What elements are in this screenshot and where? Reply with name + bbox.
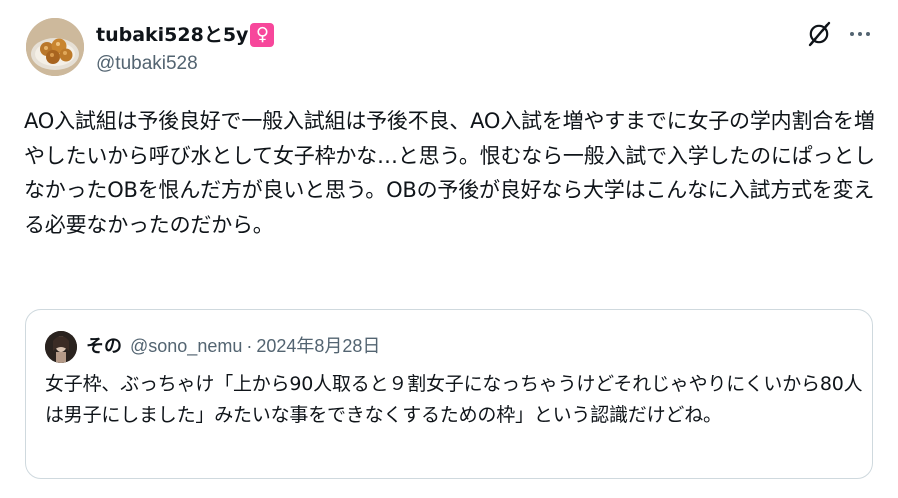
quoted-post-card[interactable]: その @sono_nemu · 2024年8月28日 女子枠、ぶっちゃけ「上から… bbox=[25, 309, 873, 479]
more-dot bbox=[850, 32, 854, 36]
author-handle[interactable]: @tubaki528 bbox=[96, 52, 198, 76]
quoted-post-header: その @sono_nemu · 2024年8月28日 bbox=[86, 332, 380, 361]
female-sign-icon: ♀ bbox=[250, 23, 275, 47]
quoted-post-date: 2024年8月28日 bbox=[256, 336, 381, 356]
quoted-author-avatar bbox=[45, 331, 77, 363]
avatar-photo-icon bbox=[26, 18, 84, 76]
more-dot bbox=[866, 32, 870, 36]
grok-glyph-icon bbox=[808, 21, 831, 47]
author-avatar[interactable] bbox=[26, 18, 84, 76]
quoted-author-name: その bbox=[86, 336, 122, 357]
grok-icon[interactable] bbox=[805, 20, 833, 48]
author-display-name: tubaki528と5y bbox=[96, 24, 249, 46]
post-text: AO入試組は予後良好で一般入試組は予後不良、AO入試を増やすまでに女子の学内割合… bbox=[24, 109, 875, 237]
quoted-post-text: 女子枠、ぶっちゃけ「上から90人取ると９割女子になっちゃうけどそれじゃやりにくい… bbox=[45, 373, 863, 426]
author-name[interactable]: tubaki528と5y ♀ bbox=[96, 22, 275, 48]
quoted-author-handle: @sono_nemu bbox=[130, 336, 243, 356]
post-card: tubaki528と5y ♀ @tubaki528 AO入試組は予後良好で一般入… bbox=[0, 0, 898, 498]
quoted-avatar-photo-icon bbox=[45, 331, 77, 363]
quoted-separator: · bbox=[246, 336, 253, 356]
more-dot bbox=[858, 32, 862, 36]
more-options-icon[interactable] bbox=[846, 20, 874, 48]
